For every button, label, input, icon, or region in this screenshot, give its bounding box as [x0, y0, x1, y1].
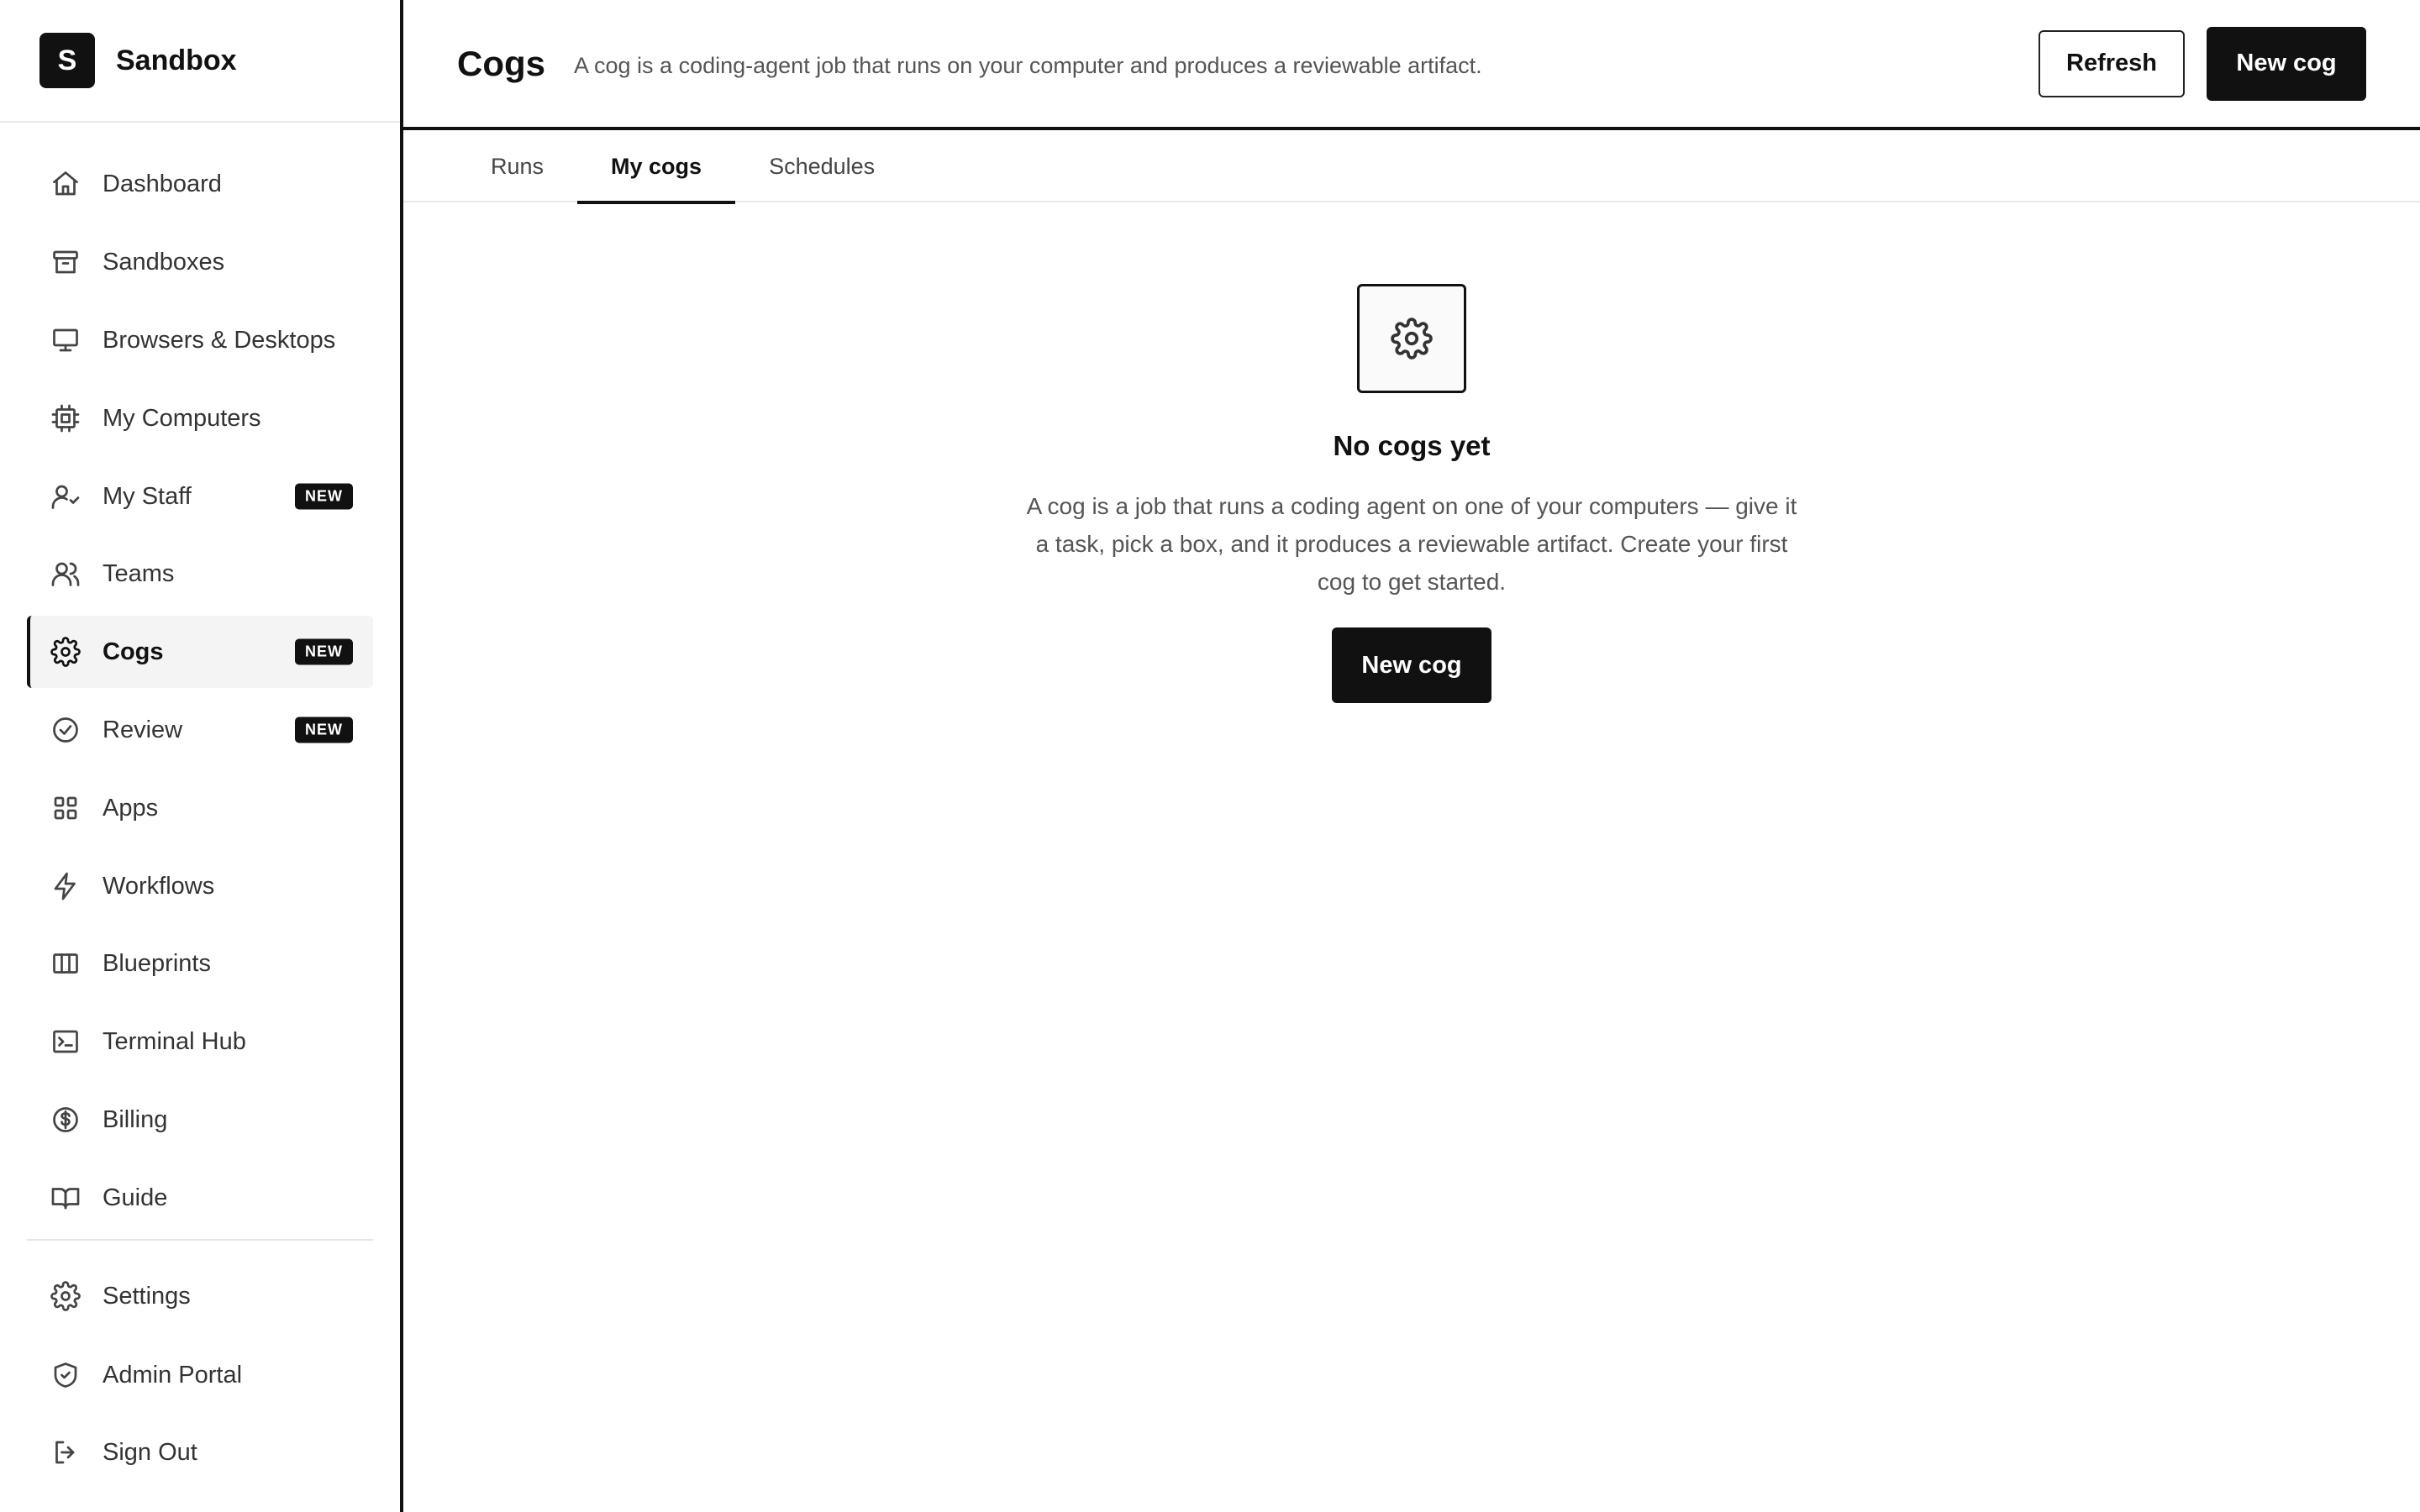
- new-badge: NEW: [295, 717, 353, 743]
- gear-icon: [50, 637, 81, 667]
- gear-icon: [50, 1281, 81, 1311]
- grid-icon: [50, 793, 81, 823]
- empty-state-description: A cog is a job that runs a coding agent …: [1026, 493, 1797, 595]
- sidebar-item-label: Billing: [103, 1105, 168, 1133]
- empty-state-icon-box: [1357, 284, 1466, 393]
- sidebar-item-label: Terminal Hub: [103, 1027, 246, 1055]
- new-cog-button[interactable]: New cog: [2207, 26, 2366, 101]
- archive-icon: [50, 247, 81, 277]
- sidebar-divider: [27, 1239, 373, 1241]
- sidebar-item-label: Dashboard: [103, 170, 222, 197]
- check-circle-icon: [50, 715, 81, 745]
- home-icon: [50, 169, 81, 199]
- page-header: Cogs A cog is a coding-agent job that ru…: [403, 0, 2420, 130]
- cpu-icon: [50, 403, 81, 433]
- columns-icon: [50, 948, 81, 979]
- brand-name: Sandbox: [116, 44, 237, 76]
- sidebar-item-label: Apps: [103, 794, 159, 822]
- sidebar-item-review[interactable]: Review NEW: [27, 694, 373, 766]
- app-root: S Sandbox Dashboard Sandboxes Browsers &…: [0, 0, 2420, 1512]
- sidebar-item-label: Cogs: [103, 638, 164, 665]
- new-badge: NEW: [295, 638, 353, 665]
- page-subtitle: A cog is a coding-agent job that runs on…: [574, 53, 1482, 78]
- dollar-icon: [50, 1105, 81, 1135]
- sidebar-item-label: Browsers & Desktops: [103, 326, 336, 354]
- logout-icon: [50, 1437, 81, 1467]
- tab-my-cogs[interactable]: My cogs: [577, 130, 736, 204]
- sidebar-item-dashboard[interactable]: Dashboard: [27, 148, 373, 220]
- sidebar-item-guide[interactable]: Guide: [27, 1162, 373, 1234]
- sidebar-item-admin-portal[interactable]: Admin Portal: [27, 1339, 373, 1411]
- sidebar-item-sandboxes[interactable]: Sandboxes: [27, 226, 373, 298]
- sidebar: S Sandbox Dashboard Sandboxes Browsers &…: [0, 0, 403, 1512]
- sidebar-item-my-computers[interactable]: My Computers: [27, 382, 373, 454]
- sidebar-item-settings[interactable]: Settings: [27, 1260, 373, 1332]
- brand-logo: S: [39, 33, 95, 88]
- book-icon: [50, 1183, 81, 1213]
- sidebar-item-my-staff[interactable]: My Staff NEW: [27, 460, 373, 533]
- main-content: Cogs A cog is a coding-agent job that ru…: [403, 0, 2420, 1512]
- users-icon: [50, 559, 81, 589]
- terminal-icon: [50, 1026, 81, 1057]
- staff-icon: [50, 481, 81, 512]
- sidebar-item-workflows[interactable]: Workflows: [27, 850, 373, 922]
- brand[interactable]: S Sandbox: [0, 0, 400, 123]
- sidebar-item-label: Sandboxes: [103, 248, 225, 276]
- sidebar-item-teams[interactable]: Teams: [27, 538, 373, 610]
- sidebar-item-terminal-hub[interactable]: Terminal Hub: [27, 1005, 373, 1078]
- empty-state-title: No cogs yet: [1333, 430, 1491, 461]
- refresh-button[interactable]: Refresh: [2039, 29, 2185, 97]
- monitor-icon: [50, 325, 81, 355]
- empty-state-new-cog-button[interactable]: New cog: [1332, 627, 1491, 703]
- sidebar-item-label: Review: [103, 716, 183, 743]
- sidebar-item-label: My Computers: [103, 404, 261, 432]
- shield-icon: [50, 1360, 81, 1390]
- sidebar-item-label: Blueprints: [103, 949, 211, 977]
- gear-icon: [1391, 318, 1433, 360]
- tab-runs[interactable]: Runs: [457, 130, 577, 202]
- sidebar-item-cogs[interactable]: Cogs NEW: [27, 616, 373, 688]
- tab-bar: Runs My cogs Schedules: [403, 130, 2420, 204]
- header-actions: Refresh New cog: [2039, 26, 2366, 101]
- sidebar-item-label: Workflows: [103, 872, 215, 900]
- sidebar-item-label: Sign Out: [103, 1438, 197, 1466]
- tab-schedules[interactable]: Schedules: [735, 130, 908, 202]
- sidebar-item-label: My Staff: [103, 482, 192, 510]
- empty-state: No cogs yet A cog is a job that runs a c…: [403, 284, 2420, 703]
- sidebar-item-blueprints[interactable]: Blueprints: [27, 927, 373, 1000]
- sidebar-item-apps[interactable]: Apps: [27, 772, 373, 844]
- page-title: Cogs: [457, 43, 545, 83]
- new-badge: NEW: [295, 483, 353, 510]
- bolt-icon: [50, 871, 81, 901]
- sidebar-item-label: Guide: [103, 1184, 168, 1211]
- sidebar-item-browsers-desktops[interactable]: Browsers & Desktops: [27, 304, 373, 376]
- sidebar-item-label: Admin Portal: [103, 1361, 243, 1389]
- sidebar-item-label: Teams: [103, 559, 175, 587]
- sidebar-item-sign-out[interactable]: Sign Out: [27, 1416, 373, 1488]
- sidebar-item-label: Settings: [103, 1282, 191, 1310]
- sidebar-item-billing[interactable]: Billing: [27, 1084, 373, 1156]
